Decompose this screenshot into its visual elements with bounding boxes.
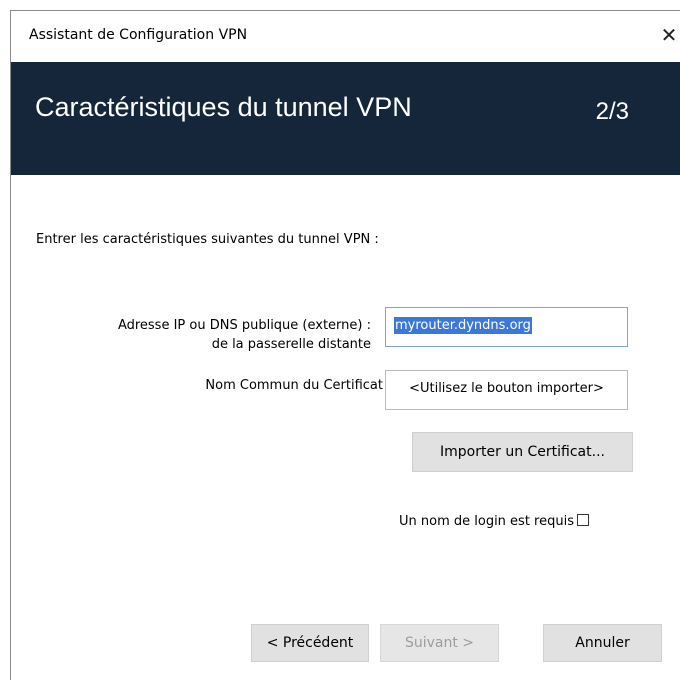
window-title: Assistant de Configuration VPN bbox=[29, 27, 248, 43]
title-bar: Assistant de Configuration VPN ✕ bbox=[11, 11, 680, 61]
next-button[interactable]: Suivant > bbox=[380, 624, 499, 662]
step-indicator: 2/3 bbox=[595, 98, 629, 125]
import-certificate-button[interactable]: Importer un Certificat... bbox=[412, 432, 633, 472]
gateway-address-value: myrouter.dyndns.org bbox=[394, 317, 532, 334]
gateway-label-line1: Adresse IP ou DNS publique (externe) : bbox=[117, 318, 371, 333]
cert-common-name-label: Nom Commun du Certificat bbox=[205, 378, 383, 393]
login-required-row: Un nom de login est requis bbox=[399, 514, 589, 529]
gateway-address-input[interactable]: myrouter.dyndns.org bbox=[385, 307, 628, 347]
page-title: Caractéristiques du tunnel VPN bbox=[35, 92, 412, 122]
close-icon[interactable]: ✕ bbox=[657, 23, 680, 47]
login-required-label: Un nom de login est requis bbox=[399, 514, 574, 529]
cancel-button[interactable]: Annuler bbox=[543, 624, 662, 662]
login-required-checkbox[interactable] bbox=[577, 514, 589, 526]
previous-button[interactable]: < Précédent bbox=[251, 624, 369, 662]
header-banner: Caractéristiques du tunnel VPN 2/3 bbox=[11, 62, 680, 175]
vpn-wizard-window: Assistant de Configuration VPN ✕ Caracté… bbox=[10, 10, 680, 680]
gateway-label-line2: de la passerelle distante bbox=[211, 337, 371, 352]
intro-text: Entrer les caractéristiques suivantes du… bbox=[36, 232, 379, 247]
cert-common-name-field[interactable]: <Utilisez le bouton importer> bbox=[385, 370, 628, 410]
gateway-label: Adresse IP ou DNS publique (externe) : d… bbox=[51, 316, 371, 354]
